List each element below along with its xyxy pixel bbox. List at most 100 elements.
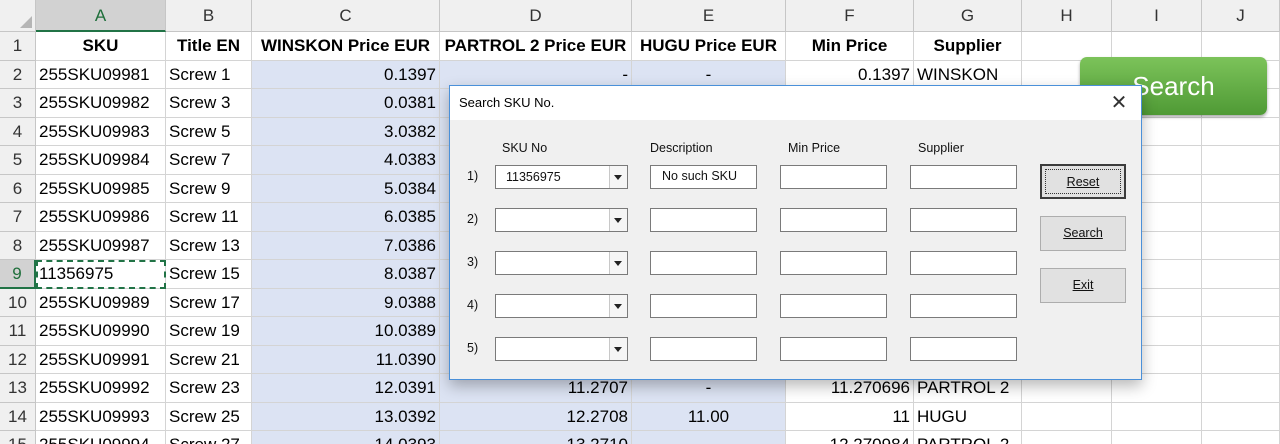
sku-cell[interactable]: 255SKU09994 <box>36 431 166 444</box>
sku-cell[interactable]: 255SKU09983 <box>36 117 166 146</box>
data-cell[interactable]: 0.1397 <box>252 60 440 89</box>
data-cell[interactable]: 13.0392 <box>252 402 440 431</box>
row-header-15[interactable]: 15 <box>0 431 36 444</box>
empty-cell[interactable] <box>1202 260 1280 289</box>
data-cell[interactable]: 12.0391 <box>252 374 440 403</box>
reset-button[interactable]: Reset <box>1040 164 1126 199</box>
row-header-8[interactable]: 8 <box>0 231 36 260</box>
chevron-down-icon[interactable] <box>609 295 627 317</box>
supplier-field[interactable] <box>910 251 1017 275</box>
data-cell[interactable]: Screw 9 <box>166 174 252 203</box>
header-cell[interactable]: WINSKON Price EUR <box>252 32 440 61</box>
data-cell[interactable]: 13.2710 <box>440 431 632 444</box>
search-button[interactable]: Search <box>1040 216 1126 251</box>
empty-cell[interactable] <box>1112 402 1202 431</box>
header-cell[interactable]: HUGU Price EUR <box>632 32 786 61</box>
sku-cell[interactable]: 255SKU09991 <box>36 345 166 374</box>
description-field[interactable] <box>650 337 757 361</box>
sku-combobox[interactable] <box>495 251 628 275</box>
column-header-f[interactable]: F <box>786 0 914 32</box>
close-icon[interactable]: ✕ <box>1107 91 1131 115</box>
data-cell[interactable]: 0.0381 <box>252 89 440 118</box>
data-cell[interactable]: 11.00 <box>632 402 786 431</box>
header-cell[interactable]: Supplier <box>914 32 1022 61</box>
data-cell[interactable] <box>632 431 786 444</box>
column-header-b[interactable]: B <box>166 0 252 32</box>
data-cell[interactable]: 12.270984 <box>786 431 914 444</box>
sku-cell[interactable]: 255SKU09985 <box>36 174 166 203</box>
data-cell[interactable]: Screw 5 <box>166 117 252 146</box>
data-cell[interactable]: Screw 21 <box>166 345 252 374</box>
supplier-field[interactable] <box>910 165 1017 189</box>
sku-cell[interactable]: 255SKU09992 <box>36 374 166 403</box>
empty-cell[interactable] <box>1202 117 1280 146</box>
chevron-down-icon[interactable] <box>609 166 627 188</box>
min-price-field[interactable] <box>780 251 887 275</box>
row-header-6[interactable]: 6 <box>0 174 36 203</box>
sku-combobox[interactable] <box>495 337 628 361</box>
data-cell[interactable]: Screw 13 <box>166 231 252 260</box>
column-header-g[interactable]: G <box>914 0 1022 32</box>
description-field[interactable]: No such SKU <box>650 165 757 189</box>
header-cell[interactable]: SKU <box>36 32 166 61</box>
row-header-13[interactable]: 13 <box>0 374 36 403</box>
column-header-d[interactable]: D <box>440 0 632 32</box>
data-cell[interactable]: 11.0390 <box>252 345 440 374</box>
empty-cell[interactable] <box>1202 374 1280 403</box>
empty-cell[interactable] <box>1112 431 1202 444</box>
exit-button[interactable]: Exit <box>1040 268 1126 303</box>
data-cell[interactable]: Screw 7 <box>166 146 252 175</box>
data-cell[interactable]: 3.0382 <box>252 117 440 146</box>
description-field[interactable] <box>650 251 757 275</box>
min-price-field[interactable] <box>780 337 887 361</box>
data-cell[interactable]: 7.0386 <box>252 231 440 260</box>
data-cell[interactable]: 6.0385 <box>252 203 440 232</box>
empty-cell[interactable] <box>1202 431 1280 444</box>
column-header-a[interactable]: A <box>36 0 166 32</box>
row-header-11[interactable]: 11 <box>0 317 36 346</box>
empty-cell[interactable] <box>1202 345 1280 374</box>
sku-cell[interactable]: 11356975 <box>36 260 166 289</box>
row-header-12[interactable]: 12 <box>0 345 36 374</box>
data-cell[interactable]: Screw 11 <box>166 203 252 232</box>
sku-cell[interactable]: 255SKU09993 <box>36 402 166 431</box>
supplier-field[interactable] <box>910 208 1017 232</box>
data-cell[interactable]: Screw 23 <box>166 374 252 403</box>
row-header-14[interactable]: 14 <box>0 402 36 431</box>
sku-combobox[interactable]: 11356975 <box>495 165 628 189</box>
description-field[interactable] <box>650 208 757 232</box>
data-cell[interactable]: 11 <box>786 402 914 431</box>
data-cell[interactable]: Screw 19 <box>166 317 252 346</box>
data-cell[interactable]: PARTROL 2 <box>914 431 1022 444</box>
data-cell[interactable]: Screw 3 <box>166 89 252 118</box>
sku-cell[interactable]: 255SKU09990 <box>36 317 166 346</box>
min-price-field[interactable] <box>780 294 887 318</box>
row-header-3[interactable]: 3 <box>0 89 36 118</box>
empty-cell[interactable] <box>1022 431 1112 444</box>
data-cell[interactable]: 9.0388 <box>252 288 440 317</box>
data-cell[interactable]: Screw 1 <box>166 60 252 89</box>
column-header-e[interactable]: E <box>632 0 786 32</box>
empty-cell[interactable] <box>1202 203 1280 232</box>
header-cell[interactable]: Title EN <box>166 32 252 61</box>
sku-cell[interactable]: 255SKU09987 <box>36 231 166 260</box>
row-header-2[interactable]: 2 <box>0 60 36 89</box>
empty-cell[interactable] <box>1202 288 1280 317</box>
data-cell[interactable]: HUGU <box>914 402 1022 431</box>
data-cell[interactable]: Screw 25 <box>166 402 252 431</box>
supplier-field[interactable] <box>910 294 1017 318</box>
column-header-c[interactable]: C <box>252 0 440 32</box>
sku-combobox[interactable] <box>495 208 628 232</box>
data-cell[interactable]: Screw 17 <box>166 288 252 317</box>
sku-cell[interactable]: 255SKU09981 <box>36 60 166 89</box>
row-header-4[interactable]: 4 <box>0 117 36 146</box>
data-cell[interactable]: Screw 27 <box>166 431 252 444</box>
supplier-field[interactable] <box>910 337 1017 361</box>
chevron-down-icon[interactable] <box>609 338 627 360</box>
empty-cell[interactable] <box>1202 174 1280 203</box>
sku-cell[interactable]: 255SKU09982 <box>36 89 166 118</box>
data-cell[interactable]: 4.0383 <box>252 146 440 175</box>
sku-cell[interactable]: 255SKU09989 <box>36 288 166 317</box>
empty-cell[interactable] <box>1022 402 1112 431</box>
sku-cell[interactable]: 255SKU09986 <box>36 203 166 232</box>
